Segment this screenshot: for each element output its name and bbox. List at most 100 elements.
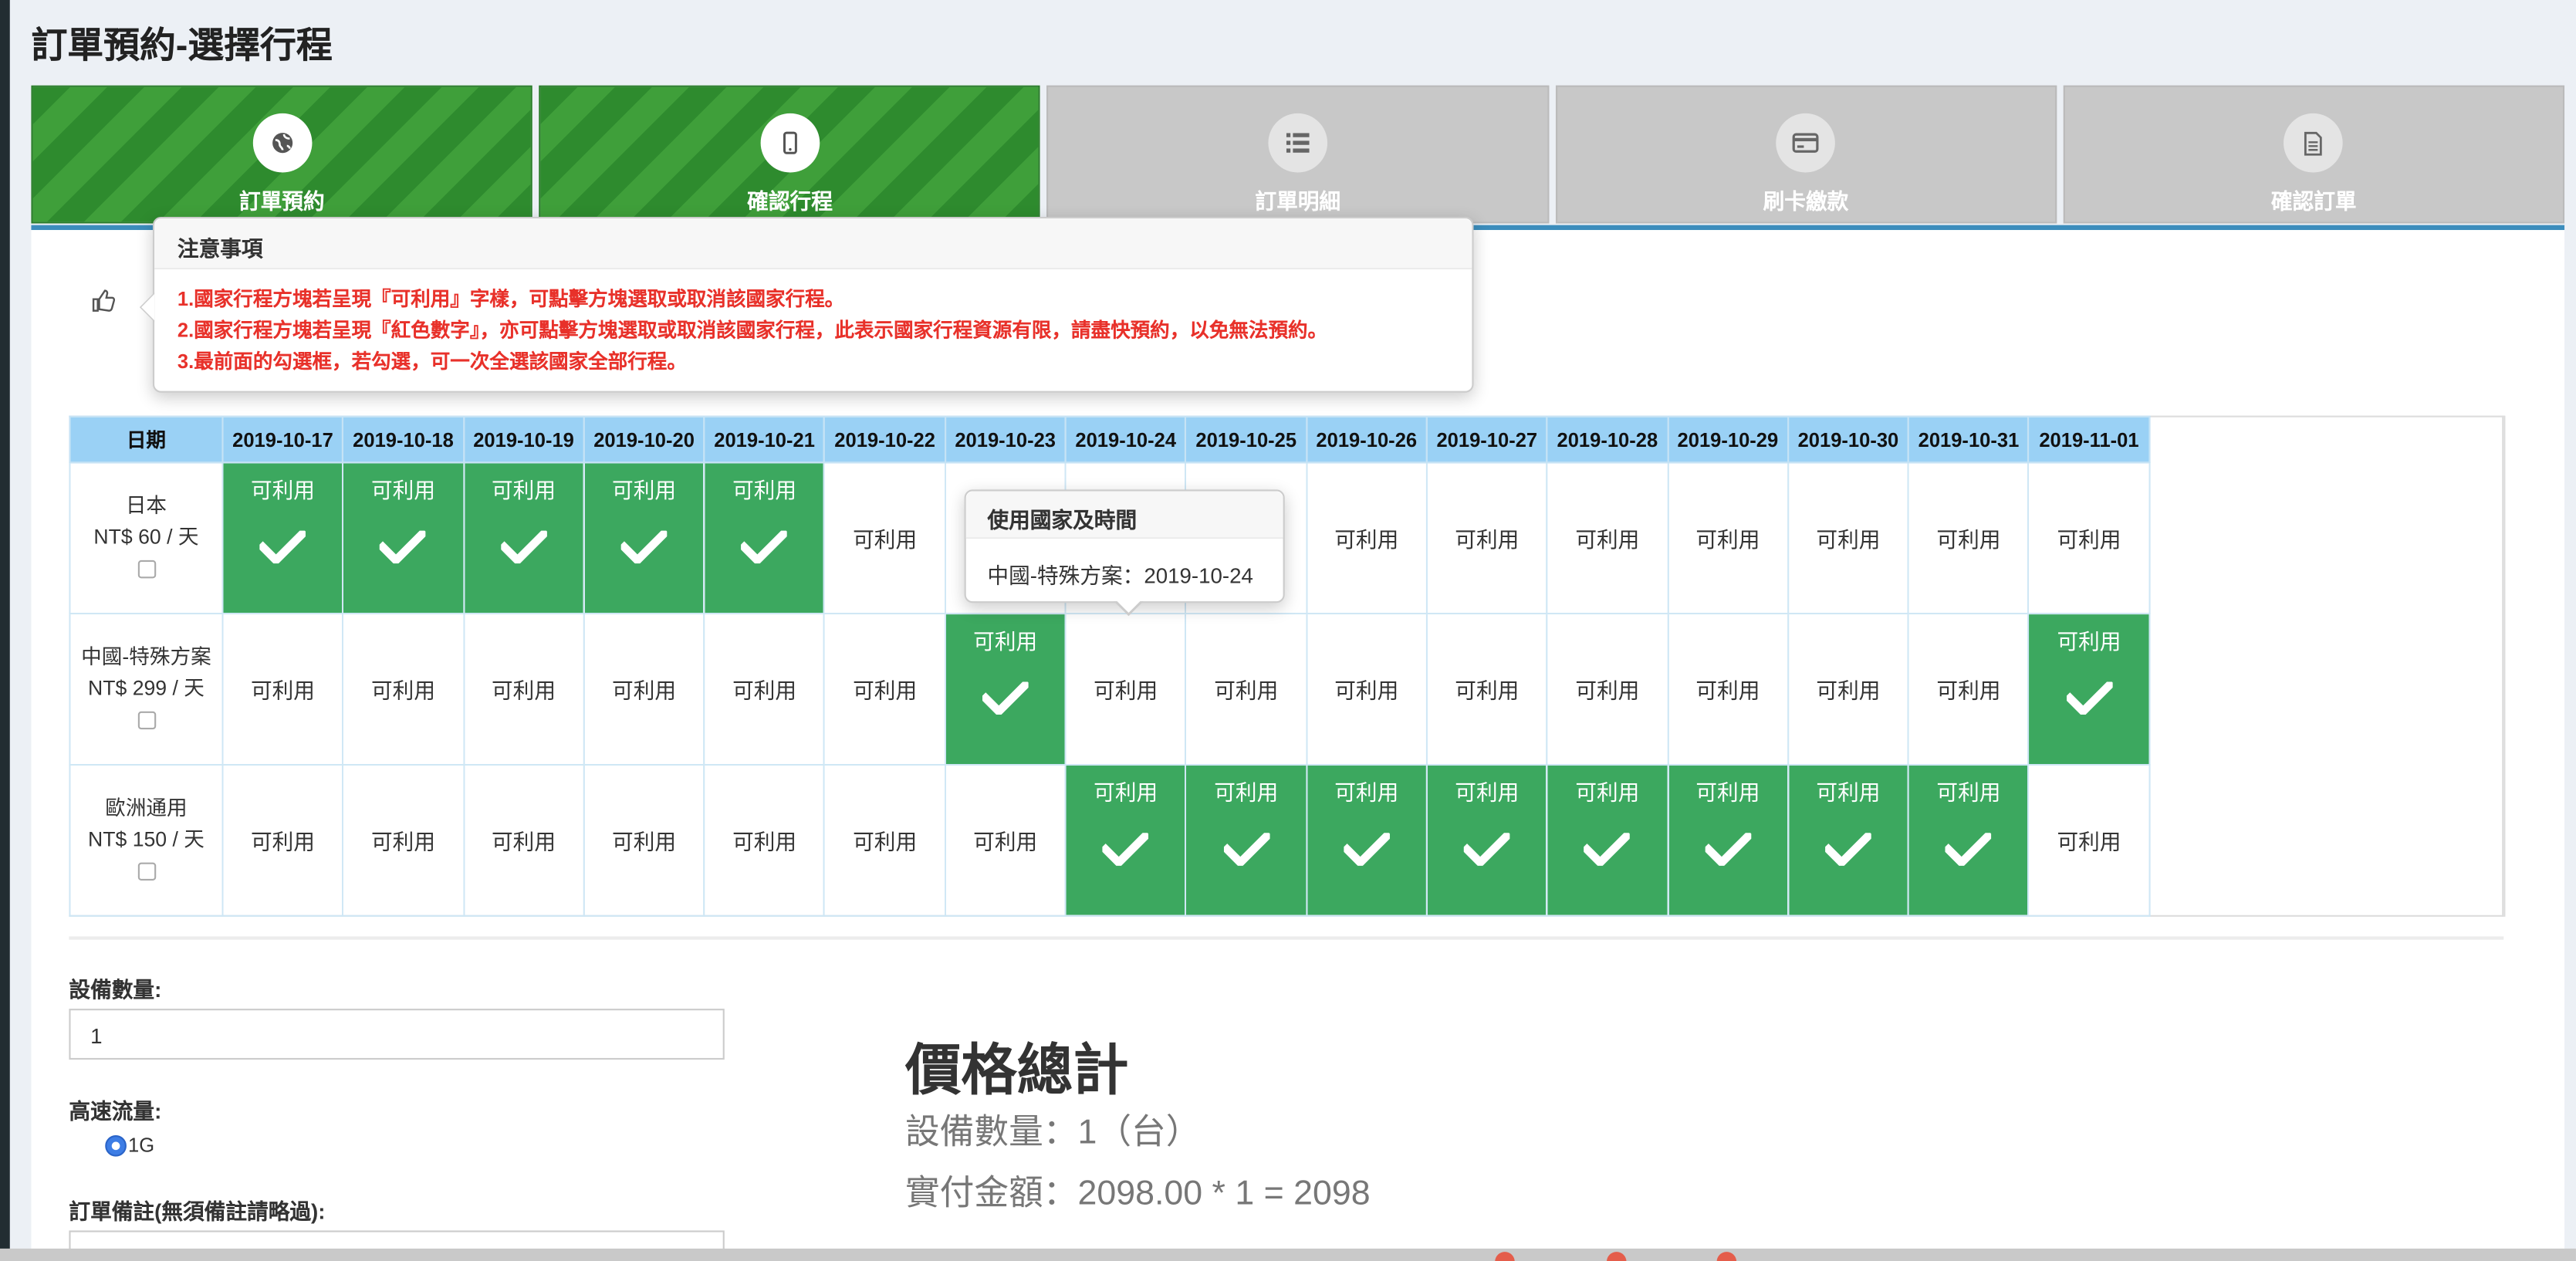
cell-availability-text: 可利用 [732,830,797,854]
select-all-checkbox[interactable] [137,712,156,730]
table-row: 中國-特殊方案 NT$ 299 / 天可利用 可利用 可利用 可利用 可利用 可利用 可利用可… [69,613,2151,766]
date-column-header: 2019-10-26 [1305,415,1428,464]
mobile-icon [760,113,820,173]
schedule-cell[interactable]: 可利用 [342,763,465,917]
schedule-cell[interactable]: 可利用 [1305,461,1428,615]
document-icon [2284,113,2344,173]
schedule-cell-selected[interactable]: 可利用 [944,613,1067,766]
schedule-cell[interactable]: 可利用 [583,613,705,766]
checkmark-icon [982,681,1029,715]
cell-availability-text: 可利用 [1936,780,2001,806]
cell-availability-text: 可利用 [1695,678,1760,704]
schedule-cell[interactable]: 可利用 [823,763,946,917]
schedule-cell-selected[interactable]: 可利用 [1666,763,1789,917]
device-qty-label: 設備數量: [69,977,162,1002]
schedule-cell[interactable]: 可利用 [2027,461,2151,615]
step-confirm-itinerary[interactable]: 確認行程 [539,85,1041,224]
cell-availability-text: 可利用 [2057,830,2121,854]
step-label: 刷卡繳款 [1763,188,1849,214]
checkmark-icon [500,530,547,564]
schedule-cell[interactable]: 可利用 [1425,613,1548,766]
schedule-cell-selected[interactable]: 可利用 [1305,763,1428,917]
price-total-title: 價格總計 [904,1040,1129,1103]
country-cell: 日本 NT$ 60 / 天 [69,461,224,615]
schedule-cell-selected[interactable]: 可利用 [1907,763,2030,917]
schedule-cell[interactable]: 可利用 [342,613,465,766]
cell-availability-text: 可利用 [612,830,677,854]
schedule-cell-selected[interactable]: 可利用 [703,461,826,615]
schedule-cell[interactable]: 可利用 [1787,461,1910,615]
schedule-cell[interactable]: 可利用 [462,613,585,766]
country-name: 歐洲通用 [105,796,188,820]
step-label: 確認行程 [747,188,833,214]
schedule-cell[interactable]: 可利用 [462,763,585,917]
notice-line: 1.國家行程方塊若呈現『可利用』字樣，可點擊方塊選取或取消該國家行程。 [177,287,845,311]
horizontal-scrollbar[interactable] [69,936,2504,940]
cell-availability-text: 可利用 [1455,527,1520,553]
schedule-cell[interactable]: 可利用 [1305,613,1428,766]
schedule-cell[interactable]: 可利用 [1425,461,1548,615]
country-cell: 歐洲通用 NT$ 150 / 天 [69,763,224,917]
select-all-checkbox[interactable] [137,863,156,881]
schedule-cell[interactable]: 可利用 [1546,461,1668,615]
step-order-details[interactable]: 訂單明細 [1046,85,1549,224]
cell-availability-text: 可利用 [1214,678,1279,704]
step-order-booking[interactable]: 訂單預約 [31,85,533,224]
schedule-cell[interactable]: 可利用 [2027,763,2151,917]
select-all-checkbox[interactable] [137,560,156,579]
schedule-cell[interactable]: 可利用 [583,763,705,917]
schedule-cell[interactable]: 可利用 [703,763,826,917]
device-qty-input[interactable]: 1 [69,1009,725,1060]
country-cell: 中國-特殊方案 NT$ 299 / 天 [69,613,224,766]
cell-availability-text: 可利用 [973,629,1038,654]
app-window: 訂單預約-選擇行程 訂單預約 確認行程 訂單明細 刷卡繳款 確認訂單 注意事項 … [0,0,2576,1261]
schedule-cell[interactable]: 可利用 [1185,613,1307,766]
thumbs-up-icon[interactable] [92,289,116,319]
page-title: 訂單預約-選擇行程 [31,24,333,66]
step-confirm-order[interactable]: 確認訂單 [2063,85,2565,224]
cell-availability-text: 可利用 [1334,527,1399,553]
schedule-cell[interactable]: 可利用 [1907,613,2030,766]
schedule-cell[interactable]: 可利用 [1546,613,1668,766]
schedule-cell[interactable]: 可利用 [1666,613,1789,766]
date-column-header: 2019-10-20 [583,415,705,464]
speed-radio-1g[interactable] [105,1135,127,1157]
date-column-header: 2019-10-19 [462,415,585,464]
step-card-payment[interactable]: 刷卡繳款 [1555,85,2057,224]
checkmark-icon [1463,833,1510,866]
schedule-cell[interactable]: 可利用 [1666,461,1789,615]
cell-availability-text: 可利用 [1575,678,1640,704]
schedule-cell[interactable]: 可利用 [1907,461,2030,615]
cell-availability-text: 可利用 [250,478,315,503]
summary-device-qty: 設備數量：1（台） [904,1114,1201,1152]
country-name: 中國-特殊方案 [81,645,211,669]
checkmark-icon [1102,833,1149,866]
schedule-cell[interactable]: 可利用 [823,613,946,766]
schedule-cell[interactable]: 可利用 [221,613,344,766]
speed-option-label: 1G [128,1133,155,1157]
schedule-cell-selected[interactable]: 可利用 [1425,763,1548,917]
schedule-cell-selected[interactable]: 可利用 [462,461,585,615]
schedule-cell[interactable]: 可利用 [1787,613,1910,766]
schedule-cell[interactable]: 可利用 [1064,613,1187,766]
schedule-cell[interactable]: 可利用 [221,763,344,917]
cell-availability-text: 可利用 [2057,527,2121,553]
schedule-cell[interactable]: 可利用 [944,763,1067,917]
country-price: NT$ 299 / 天 [88,677,205,700]
schedule-cell-selected[interactable]: 可利用 [583,461,705,615]
schedule-cell[interactable]: 可利用 [823,461,946,615]
schedule-cell[interactable]: 可利用 [703,613,826,766]
checkmark-icon [259,530,306,564]
notice-line: 3.最前面的勾選框，若勾選，可一次全選該國家全部行程。 [177,350,687,374]
cell-availability-text: 可利用 [492,478,556,503]
schedule-cell-selected[interactable]: 可利用 [221,461,344,615]
schedule-cell-selected[interactable]: 可利用 [2027,613,2151,766]
cell-availability-text: 可利用 [1334,780,1399,806]
schedule-cell-selected[interactable]: 可利用 [342,461,465,615]
schedule-cell-selected[interactable]: 可利用 [1787,763,1910,917]
date-column-header: 2019-10-31 [1907,415,2030,464]
cell-availability-text: 可利用 [853,527,918,553]
schedule-cell-selected[interactable]: 可利用 [1064,763,1187,917]
schedule-cell-selected[interactable]: 可利用 [1546,763,1668,917]
schedule-cell-selected[interactable]: 可利用 [1185,763,1307,917]
